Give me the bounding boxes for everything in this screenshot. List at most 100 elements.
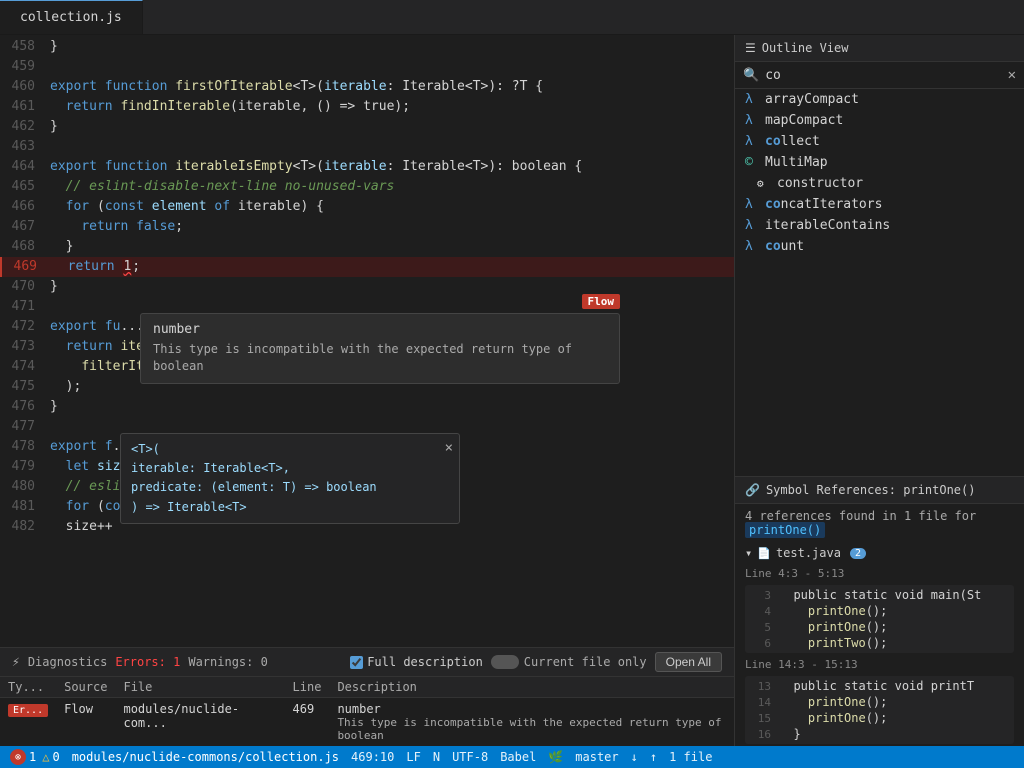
tab-label: collection.js <box>20 10 122 25</box>
search-icon: 🔍 <box>743 68 759 83</box>
table-row: 466 for (const element of iterable) { <box>0 197 734 217</box>
cursor-position[interactable]: 469:10 <box>351 750 394 764</box>
col-file: File <box>115 677 284 698</box>
lambda-icon: λ <box>745 218 759 233</box>
outline-search: 🔍 ✕ <box>735 62 1024 89</box>
full-description-label: Full description <box>367 655 483 669</box>
full-description-wrap[interactable]: Full description <box>350 655 483 669</box>
current-file-wrap[interactable]: Current file only <box>491 655 647 669</box>
code-area[interactable]: 458 } 459 460 export function firstOfIte… <box>0 35 734 647</box>
outline-item-iterablecontains[interactable]: λ iterableContains <box>735 215 1024 236</box>
outline-item-constructor[interactable]: ⚙ constructor <box>735 173 1024 194</box>
symbol-refs-panel: 🔗 Symbol References: printOne() 4 refere… <box>735 476 1024 746</box>
outline-item-multimap[interactable]: © MultiMap <box>735 152 1024 173</box>
table-row: 470 } <box>0 277 734 297</box>
encoding[interactable]: UTF-8 <box>452 750 488 764</box>
diagnostic-body: number This type is incompatible with th… <box>141 314 619 383</box>
tab-collection-js[interactable]: collection.js <box>0 0 143 34</box>
warning-icon: △ <box>42 750 49 764</box>
error-status[interactable]: ⊗ 1 <box>10 749 36 765</box>
table-row: 459 <box>0 57 734 77</box>
outline-item-mapcompact[interactable]: λ mapCompact <box>735 110 1024 131</box>
diagnostic-popup: Flow number This type is incompatible wi… <box>140 313 620 384</box>
table-row: 461 return findInIterable(iterable, () =… <box>0 97 734 117</box>
arrow-up[interactable]: ↑ <box>650 750 657 764</box>
table-row: 3 public static void main(St <box>745 587 1014 603</box>
outline-item-arraycompact[interactable]: λ arrayCompact <box>735 89 1024 110</box>
gear-icon: ⚙ <box>757 177 771 190</box>
table-row: 465 // eslint-disable-next-line no-unuse… <box>0 177 734 197</box>
full-description-checkbox[interactable] <box>350 656 363 669</box>
arrow-down[interactable]: ↓ <box>631 750 638 764</box>
refs-filename: test.java <box>776 546 841 560</box>
refs-file-test-java[interactable]: ▾ 📄 test.java 2 <box>735 542 1024 564</box>
lambda-icon: λ <box>745 197 759 212</box>
file-path: modules/nuclide-commons/collection.js <box>72 750 339 764</box>
table-row: 15 printOne(); <box>745 710 1014 726</box>
diagnostics-header: ⚡ Diagnostics Errors: 1 Warnings: 0 Full… <box>0 648 734 677</box>
right-panel: ☰ Outline View 🔍 ✕ λ arrayCompact λ mapC… <box>734 35 1024 746</box>
col-desc: Description <box>329 677 734 698</box>
table-row: 16 } <box>745 726 1014 742</box>
refs-code-block-1: 3 public static void main(St 4 printOne(… <box>745 585 1014 653</box>
branch-name[interactable]: master <box>575 750 618 764</box>
language[interactable]: Babel <box>500 750 536 764</box>
outline-search-input[interactable] <box>765 68 1007 83</box>
outline-item-concatiterators[interactable]: λ concatIterators <box>735 194 1024 215</box>
flow-badge: Flow <box>582 294 621 309</box>
autocomplete-popup: × <T>( iterable: Iterable<T>, predicate:… <box>120 433 460 524</box>
indent-mode[interactable]: N <box>433 750 440 764</box>
outline-title: Outline View <box>762 41 849 55</box>
col-type: Ty... <box>0 677 56 698</box>
table-row: 469 return 1; <box>0 257 734 277</box>
editor-pane: 458 } 459 460 export function firstOfIte… <box>0 35 734 746</box>
warning-count: 0 <box>52 750 59 764</box>
clear-icon[interactable]: ✕ <box>1008 67 1016 83</box>
current-file-label: Current file only <box>524 655 647 669</box>
source-cell: Flow <box>56 698 115 747</box>
warnings-label: Warnings: 0 <box>188 655 268 669</box>
table-row: 468 } <box>0 237 734 257</box>
file-icon: 📄 <box>757 547 771 560</box>
autocomplete-content: <T>( iterable: Iterable<T>, predicate: (… <box>121 434 459 523</box>
outline-item-collect[interactable]: λ collect <box>735 131 1024 152</box>
refs-badge: 2 <box>850 548 866 559</box>
file-cell: modules/nuclide-com... <box>115 698 284 747</box>
diag-controls: Full description Current file only Open … <box>350 652 722 672</box>
table-row: 463 <box>0 137 734 157</box>
outline-item-count[interactable]: λ count <box>735 236 1024 257</box>
function-ref-highlight: printOne() <box>745 522 825 538</box>
tab-bar: collection.js <box>0 0 1024 35</box>
table-row: 464 export function iterableIsEmpty<T>(i… <box>0 157 734 177</box>
table-row: 467 return false; <box>0 217 734 237</box>
warning-status[interactable]: △ 0 <box>42 750 59 764</box>
lambda-icon: λ <box>745 113 759 128</box>
table-row: 4 printOne(); <box>745 603 1014 619</box>
outline-icon: ☰ <box>745 41 756 55</box>
status-bar: ⊗ 1 △ 0 modules/nuclide-commons/collecti… <box>0 746 1024 768</box>
outline-header: ☰ Outline View <box>735 35 1024 62</box>
table-row: 13 public static void printT <box>745 678 1014 694</box>
current-file-toggle[interactable] <box>491 655 519 669</box>
open-all-button[interactable]: Open All <box>655 652 722 672</box>
status-right: 469:10 LF N UTF-8 Babel 🌿 master ↓ ↑ 1 f… <box>351 750 712 764</box>
lambda-icon: λ <box>745 239 759 254</box>
error-badge: Er... <box>8 704 48 717</box>
error-count-icon: ⊗ <box>10 749 26 765</box>
file-count: 1 file <box>669 750 712 764</box>
desc-cell: number This type is incompatible with th… <box>329 698 734 747</box>
diagnostics-title: Diagnostics <box>28 655 107 669</box>
table-row: 5 printOne(); <box>745 619 1014 635</box>
table-row: 14 printOne(); <box>745 694 1014 710</box>
line-endings[interactable]: LF <box>406 750 420 764</box>
status-left: ⊗ 1 △ 0 <box>10 749 60 765</box>
diagnostic-message: This type is incompatible with the expec… <box>153 341 607 375</box>
close-icon[interactable]: × <box>445 440 453 456</box>
diagnostic-type: number <box>153 322 607 337</box>
table-row: 460 export function firstOfIterable<T>(i… <box>0 77 734 97</box>
table-row[interactable]: Er... Flow modules/nuclide-com... 469 nu… <box>0 698 734 747</box>
error-count: 1 <box>29 750 36 764</box>
symbol-refs-header: 🔗 Symbol References: printOne() <box>735 477 1024 504</box>
table-row: 462 } <box>0 117 734 137</box>
outline-list: λ arrayCompact λ mapCompact λ collect © … <box>735 89 1024 476</box>
